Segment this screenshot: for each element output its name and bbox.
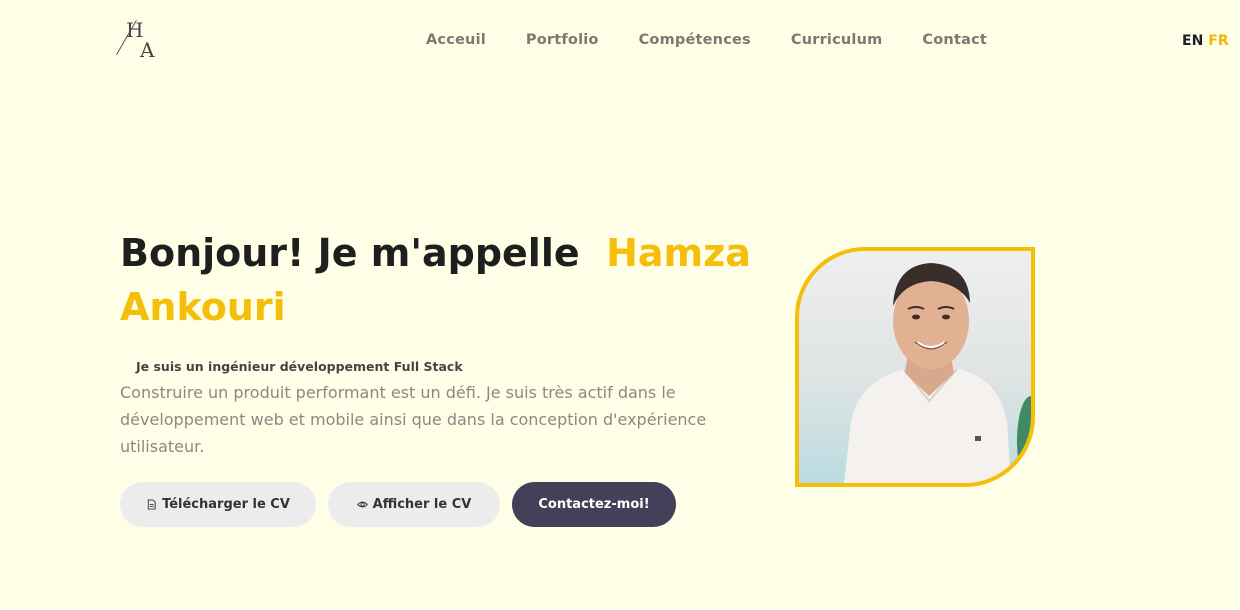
view-cv-label: Afficher le CV bbox=[372, 497, 472, 512]
nav-item-contact[interactable]: Contact bbox=[922, 32, 987, 48]
lang-en[interactable]: EN bbox=[1182, 33, 1203, 49]
logo[interactable]: H A bbox=[116, 18, 164, 64]
lang-fr[interactable]: FR bbox=[1208, 33, 1228, 49]
hero-headline: Bonjour! Je m'appelle Hamza Ankouri bbox=[120, 226, 760, 334]
logo-letter-a: A bbox=[140, 38, 155, 62]
main-nav: Acceuil Portfolio Compétences Curriculum… bbox=[426, 32, 987, 48]
nav-item-acceuil[interactable]: Acceuil bbox=[426, 32, 486, 48]
download-cv-button[interactable]: Télécharger le CV bbox=[120, 482, 316, 527]
nav-item-competences[interactable]: Compétences bbox=[639, 32, 751, 48]
hero-description: Construire un produit performant est un … bbox=[120, 383, 707, 456]
profile-photo bbox=[795, 247, 1035, 487]
nav-item-portfolio[interactable]: Portfolio bbox=[526, 32, 599, 48]
eye-icon bbox=[356, 501, 368, 508]
language-switcher: EN FR bbox=[1182, 33, 1229, 49]
hero-actions: Télécharger le CV Afficher le CV Contact… bbox=[120, 482, 676, 527]
download-cv-label: Télécharger le CV bbox=[162, 497, 290, 512]
profile-photo-image bbox=[844, 263, 1031, 483]
hero-role: Je suis un ingénieur développement Full … bbox=[136, 359, 463, 374]
document-icon bbox=[147, 499, 156, 510]
contact-button[interactable]: Contactez-moi! bbox=[512, 482, 676, 527]
view-cv-button[interactable]: Afficher le CV bbox=[328, 482, 500, 527]
portfolio-page: H A Acceuil Portfolio Compétences Curric… bbox=[0, 0, 1240, 610]
contact-label: Contactez-moi! bbox=[538, 497, 650, 512]
hero-greeting: Bonjour! Je m'appelle bbox=[120, 231, 580, 275]
nav-item-curriculum[interactable]: Curriculum bbox=[791, 32, 883, 48]
